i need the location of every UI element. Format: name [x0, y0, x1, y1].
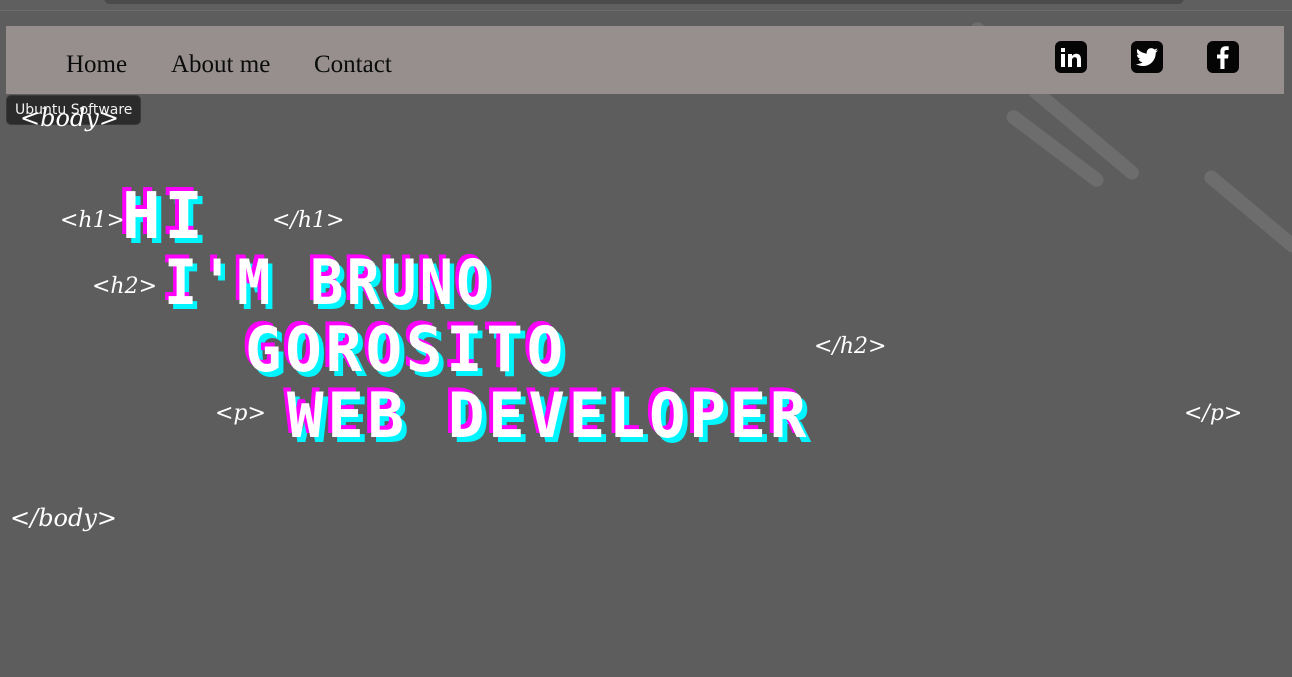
nav-link-contact[interactable]: Contact — [314, 50, 392, 80]
linkedin-icon[interactable] — [1055, 41, 1087, 73]
decorative-line — [1003, 107, 1107, 190]
hero-name-line2: GOROSITO — [245, 313, 567, 386]
h2-open-tag: <h2> — [92, 274, 158, 299]
navbar: Home About me Contact — [6, 26, 1284, 94]
facebook-icon[interactable] — [1207, 41, 1239, 73]
hero-role: WEB DEVELOPER — [287, 379, 810, 452]
twitter-icon — [1136, 48, 1158, 66]
h1-open-tag: <h1> — [60, 208, 126, 233]
twitter-icon[interactable] — [1131, 41, 1163, 73]
hero-hi: HI — [122, 180, 207, 254]
nav-link-home[interactable]: Home — [66, 50, 127, 80]
linkedin-icon — [1061, 48, 1081, 67]
decorative-line — [1201, 167, 1292, 256]
h2-close-tag: </h2> — [814, 334, 887, 359]
h1-close-tag: </h1> — [272, 208, 345, 233]
p-close-tag: </p> — [1184, 401, 1243, 426]
hero-name-line1: I'M BRUNO — [164, 246, 493, 319]
body-close-tag: </body> — [10, 504, 118, 532]
facebook-icon — [1217, 46, 1229, 69]
page: Home About me Contact Ubuntu Software <b… — [0, 0, 1292, 677]
browser-top-strip — [0, 0, 1292, 11]
body-open-tag: <body> — [20, 104, 119, 132]
nav-link-about-me[interactable]: About me — [171, 50, 270, 80]
p-open-tag: <p> — [215, 401, 266, 426]
address-bar-edge — [104, 0, 1184, 4]
